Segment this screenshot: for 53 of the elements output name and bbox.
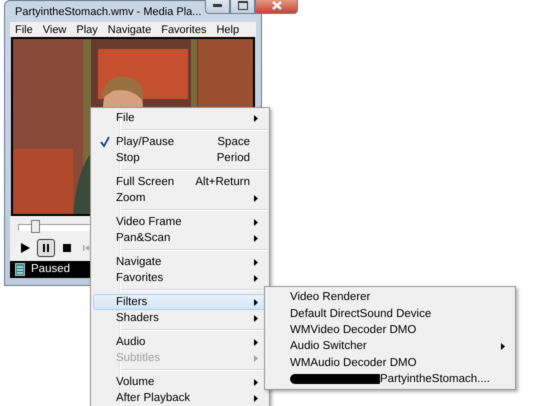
menu-item[interactable]: Pan&Scan	[93, 230, 267, 246]
menu-item[interactable]: Navigate	[102, 24, 156, 36]
menu-item[interactable]: Favorites	[156, 24, 212, 36]
menu-item[interactable]: Audio	[93, 334, 267, 350]
submenu-arrow-icon	[254, 378, 258, 386]
submenu-arrow-icon	[254, 194, 258, 202]
close-button[interactable]	[255, 0, 298, 14]
menu-item[interactable]: File	[10, 24, 38, 36]
submenu-arrow-icon	[254, 234, 258, 242]
menu-item[interactable]: Default DirectSound Device	[267, 305, 513, 322]
menu-item[interactable]: WMVideo Decoder DMO	[267, 322, 513, 338]
menu-item[interactable]: PartyintheStomach....	[267, 370, 513, 388]
menu-item[interactable]: Help	[211, 24, 244, 36]
menu-item[interactable]: Volume	[93, 374, 267, 390]
menu-item[interactable]: Video Frame	[93, 214, 267, 230]
submenu-arrow-icon	[254, 114, 258, 122]
menu-item[interactable]: Audio Switcher	[267, 338, 513, 355]
menu-item[interactable]: WMAudio Decoder DMO	[267, 354, 513, 371]
menu-item[interactable]: File	[93, 110, 267, 126]
menu-item[interactable]: Video Renderer	[267, 289, 513, 306]
seek-thumb[interactable]	[30, 220, 40, 233]
menu-item[interactable]: Navigate	[93, 254, 267, 270]
submenu-arrow-icon	[501, 342, 505, 350]
menu-item[interactable]: Favorites	[93, 270, 267, 286]
menu-item[interactable]: After Playback	[93, 390, 267, 406]
menu-item[interactable]: Filters	[93, 294, 267, 310]
status-text: Paused	[31, 263, 70, 276]
submenu-arrow-icon	[254, 298, 258, 306]
play-icon	[19, 242, 31, 254]
maximize-button[interactable]	[230, 0, 256, 14]
menu-item[interactable]: Shaders	[93, 310, 267, 326]
submenu-arrow-icon	[254, 274, 258, 282]
window-title: PartyintheStomach.wmv - Media Pla...	[15, 6, 202, 18]
pause-button[interactable]	[37, 238, 55, 257]
menu-item[interactable]: View	[38, 24, 72, 36]
menu-item[interactable]: Stop Period	[93, 150, 267, 166]
menu-item[interactable]: Zoom	[93, 190, 267, 206]
maximize-icon	[238, 1, 248, 10]
document-icon	[15, 262, 25, 276]
stop-icon	[61, 242, 73, 254]
submenu-arrow-icon	[254, 314, 258, 322]
menu-item[interactable]: Play	[71, 24, 103, 36]
submenu-arrow-icon	[254, 258, 258, 266]
menu-item[interactable]: Full Screen Alt+Return	[93, 174, 267, 190]
minimize-icon	[213, 4, 222, 7]
submenu-arrow-icon	[254, 354, 258, 362]
pause-icon	[40, 242, 52, 254]
submenu-arrow-icon	[254, 394, 258, 402]
close-icon	[272, 1, 282, 10]
submenu-arrow-icon	[254, 218, 258, 226]
minimize-button[interactable]	[205, 0, 230, 14]
menu-item[interactable]: Play/Pause Space	[93, 134, 267, 150]
submenu-arrow-icon	[254, 338, 258, 346]
